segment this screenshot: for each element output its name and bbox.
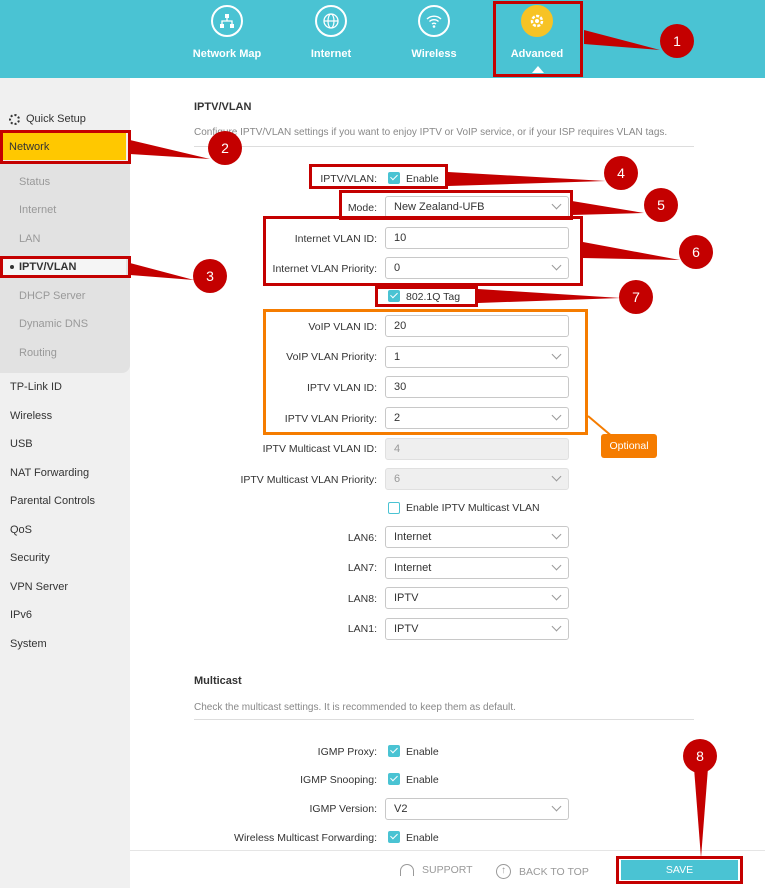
annotation-marker-2: 2 <box>208 131 242 165</box>
highlight-iptv-vlan <box>0 256 131 278</box>
annotation-marker-5: 5 <box>644 188 678 222</box>
highlight-iptv-enable <box>309 164 448 189</box>
annotation-marker-8: 8 <box>683 739 717 773</box>
highlight-internet-vlan <box>263 216 583 286</box>
highlight-optional-group <box>263 309 588 435</box>
optional-label: Optional <box>601 434 657 458</box>
highlight-network <box>0 130 131 164</box>
annotation-marker-4: 4 <box>604 156 638 190</box>
annotation-marker-3: 3 <box>193 259 227 293</box>
annotation-marker-6: 6 <box>679 235 713 269</box>
highlight-save <box>616 856 743 884</box>
annotation-marker-7: 7 <box>619 280 653 314</box>
annotation-marker-1: 1 <box>660 24 694 58</box>
highlight-advanced <box>493 1 583 77</box>
highlight-8021q-tag <box>375 286 478 307</box>
